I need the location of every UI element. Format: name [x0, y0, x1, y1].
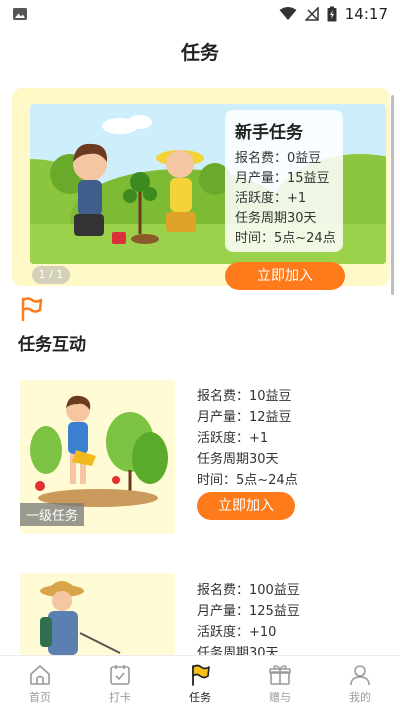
no-signal-icon [304, 7, 319, 21]
flag-icon [21, 297, 43, 322]
banner-task-title: 新手任务 [235, 123, 303, 143]
tab-checkin[interactable]: 打卡 [80, 656, 160, 711]
task-level-badge: 一级任务 [20, 503, 85, 526]
task-detail: 报名费：100益豆 [197, 583, 300, 598]
banner-task-detail: 月产量：15益豆 [235, 171, 330, 186]
page-title: 任务 [180, 42, 219, 64]
gift-icon [269, 665, 291, 685]
task-info: 报名费：10益豆 月产量：12益豆 活跃度：+1 任务周期30天 时间：5点~2… [197, 386, 298, 491]
tab-label: 打卡 [109, 691, 131, 704]
home-icon [30, 665, 50, 685]
banner-task-card: 新手任务 报名费：0益豆 月产量：15益豆 活跃度：+1 任务周期30天 时间：… [225, 110, 343, 252]
image-notification-icon [13, 8, 27, 20]
status-time: 14:17 [344, 5, 388, 23]
task-detail: 月产量：125益豆 [197, 604, 300, 619]
status-bar: 14:17 [0, 0, 400, 28]
banner-task-detail: 时间：5点~24点 [235, 231, 336, 246]
banner-task-detail: 活跃度：+1 [235, 191, 307, 206]
task-detail: 月产量：12益豆 [197, 410, 292, 425]
tab-profile[interactable]: 我的 [320, 656, 400, 711]
tab-gift[interactable]: 赠与 [240, 656, 320, 711]
task-illustration [20, 573, 175, 655]
tab-task[interactable]: 任务 [160, 656, 240, 711]
task-detail: 活跃度：+1 [197, 431, 269, 446]
tab-label: 赠与 [269, 691, 291, 704]
banner-join-button[interactable]: 立即加入 [225, 262, 345, 290]
task-info: 报名费：100益豆 月产量：125益豆 活跃度：+10 任务周期30天 [197, 580, 300, 664]
wifi-icon [279, 7, 297, 20]
task-detail: 任务周期30天 [197, 452, 279, 467]
task-illustration: 一级任务 [20, 380, 175, 534]
task-detail: 时间：5点~24点 [197, 473, 298, 488]
section-title: 任务互动 [18, 335, 86, 355]
battery-charging-icon [327, 6, 337, 22]
flag-icon [192, 664, 210, 686]
banner-pager-indicator: 1 / 1 [32, 266, 70, 284]
bottom-tab-bar: 首页 打卡 任务 赠与 我的 [0, 655, 400, 711]
tab-label: 我的 [349, 691, 371, 704]
tab-label: 任务 [189, 691, 211, 704]
task-detail: 报名费：10益豆 [197, 389, 292, 404]
tab-label: 首页 [29, 691, 51, 704]
profile-icon [350, 665, 370, 686]
task-detail: 活跃度：+10 [197, 625, 277, 640]
banner-task-detail: 报名费：0益豆 [235, 151, 322, 166]
tab-home[interactable]: 首页 [0, 656, 80, 711]
scrollbar[interactable] [391, 95, 394, 295]
checkin-icon [110, 665, 130, 685]
task-join-button[interactable]: 立即加入 [197, 492, 295, 520]
banner-task-detail: 任务周期30天 [235, 211, 317, 226]
